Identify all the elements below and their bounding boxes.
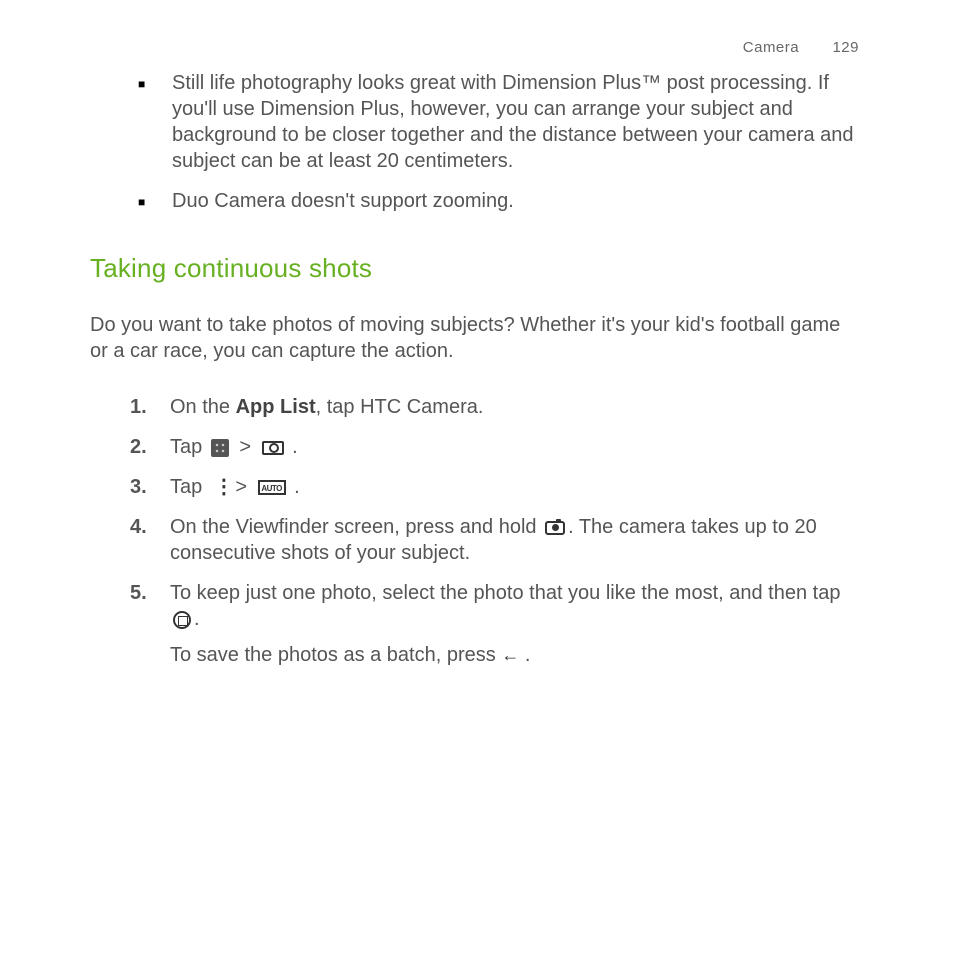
page-content: ■ Still life photography looks great wit… <box>0 0 954 668</box>
text-fragment: . <box>289 476 300 498</box>
text-fragment: On the <box>170 396 236 418</box>
text-fragment: . <box>287 436 298 458</box>
text-fragment: Tap <box>170 436 208 458</box>
section-heading: Taking continuous shots <box>90 252 864 286</box>
header-page-number: 129 <box>832 39 859 56</box>
step-text: Tap > AUTO . <box>170 474 864 500</box>
text-fragment: To save the photos as a batch, press <box>170 644 501 666</box>
bullet-text: Still life photography looks great with … <box>172 70 864 174</box>
step-number: 3. <box>130 474 170 500</box>
step-text: To keep just one photo, select the photo… <box>170 580 864 668</box>
list-item: ■ Still life photography looks great wit… <box>138 70 864 174</box>
save-photo-icon <box>173 611 191 629</box>
step-text: On the App List, tap HTC Camera. <box>170 394 864 420</box>
ordered-list: 1. On the App List, tap HTC Camera. 2. T… <box>130 394 864 668</box>
camera-mode-icon <box>262 441 284 455</box>
auto-mode-icon: AUTO <box>258 480 286 495</box>
text-fragment: Tap <box>170 476 208 498</box>
bullet-marker-icon: ■ <box>138 70 172 174</box>
bullet-text: Duo Camera doesn't support zooming. <box>172 188 864 216</box>
step-text: On the Viewfinder screen, press and hold… <box>170 514 864 566</box>
breadcrumb-separator: > <box>239 436 251 458</box>
list-item: 1. On the App List, tap HTC Camera. <box>130 394 864 420</box>
mode-grid-icon <box>211 439 229 457</box>
step-number: 5. <box>130 580 170 668</box>
overflow-menu-icon <box>211 479 225 497</box>
step-text: Tap > . <box>170 434 864 460</box>
text-fragment: . <box>194 608 200 630</box>
list-item: 4. On the Viewfinder screen, press and h… <box>130 514 864 566</box>
text-fragment: . <box>519 644 530 666</box>
list-item: ■ Duo Camera doesn't support zooming. <box>138 188 864 216</box>
step-subtext: To save the photos as a batch, press ← . <box>170 642 864 668</box>
shutter-button-icon <box>545 521 565 535</box>
intro-paragraph: Do you want to take photos of moving sub… <box>90 312 864 364</box>
step-number: 1. <box>130 394 170 420</box>
text-fragment: To keep just one photo, select the photo… <box>170 582 840 604</box>
bullet-list: ■ Still life photography looks great wit… <box>138 70 864 216</box>
breadcrumb-separator: > <box>235 476 247 498</box>
text-fragment: , tap HTC Camera. <box>316 396 484 418</box>
page-header: Camera 129 <box>743 38 859 58</box>
app-list-label: App List <box>236 396 316 418</box>
bullet-marker-icon: ■ <box>138 188 172 216</box>
list-item: 5. To keep just one photo, select the ph… <box>130 580 864 668</box>
text-fragment: On the Viewfinder screen, press and hold <box>170 516 542 538</box>
step-number: 2. <box>130 434 170 460</box>
list-item: 2. Tap > . <box>130 434 864 460</box>
step-number: 4. <box>130 514 170 566</box>
header-section: Camera <box>743 39 799 56</box>
list-item: 3. Tap > AUTO . <box>130 474 864 500</box>
back-arrow-icon: ← <box>501 645 519 665</box>
